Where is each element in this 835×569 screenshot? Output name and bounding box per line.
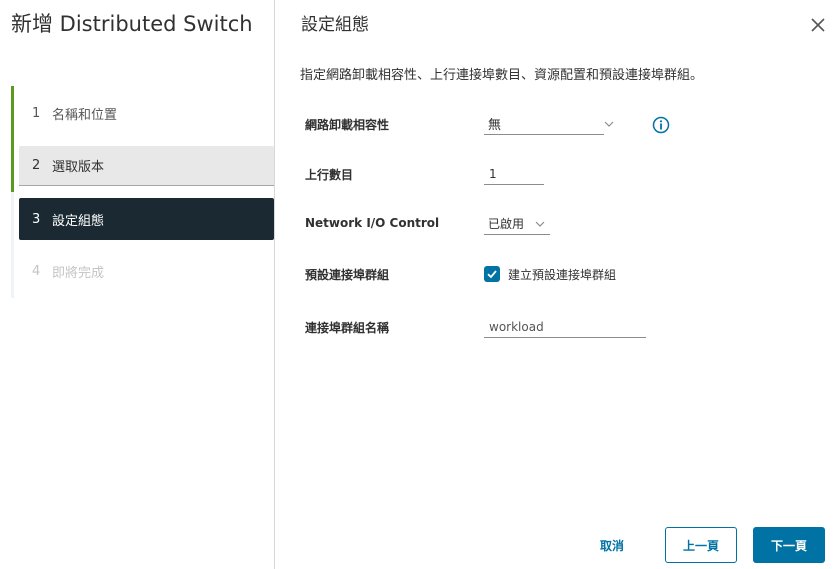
uplinks-label: 上行數目: [305, 168, 354, 182]
offload-compat-select[interactable]: 無: [484, 113, 614, 135]
wizard-sidebar: 新增 Distributed Switch 1 名稱和位置 2 選取版本 3 設…: [0, 0, 275, 569]
step-label: 名稱和位置: [52, 107, 118, 123]
chevron-down-icon: [535, 221, 545, 227]
steps-progress-bar: [11, 86, 14, 192]
default-portgroup-label: 預設連接埠群組: [305, 268, 390, 282]
page-description: 指定網路卸載相容性、上行連接埠數目、資源配置和預設連接埠群組。: [300, 68, 704, 83]
create-default-portgroup-checkbox[interactable]: [484, 266, 500, 282]
step-number: 2: [32, 158, 41, 173]
wizard-step-ready-to-complete: 4 即將完成: [19, 252, 274, 290]
wizard-step-select-version[interactable]: 2 選取版本: [19, 146, 274, 186]
step-number: 3: [32, 211, 41, 227]
close-icon: [811, 18, 825, 32]
portgroup-name-input[interactable]: workload: [484, 316, 646, 338]
step-label: 選取版本: [52, 160, 105, 175]
step-label: 即將完成: [52, 265, 105, 281]
step-number: 4: [32, 263, 41, 279]
info-icon[interactable]: [652, 116, 670, 134]
offload-compat-label: 網路卸載相容性: [305, 118, 390, 132]
create-default-portgroup-label: 建立預設連接埠群組: [508, 268, 617, 282]
nioc-value: 已啟用: [488, 217, 525, 231]
portgroup-name-label: 連接埠群組名稱: [305, 321, 390, 335]
uplinks-input[interactable]: 1: [484, 163, 544, 185]
back-button[interactable]: 上一頁: [665, 527, 737, 563]
wizard-title: 新增 Distributed Switch: [11, 12, 253, 36]
step-number: 1: [32, 105, 41, 121]
check-icon: [487, 270, 497, 279]
cancel-button[interactable]: 取消: [583, 527, 641, 563]
offload-compat-value: 無: [488, 118, 502, 133]
wizard-step-name-location[interactable]: 1 名稱和位置: [19, 94, 274, 132]
nioc-label: Network I/O Control: [305, 216, 440, 230]
next-button[interactable]: 下一頁: [753, 527, 825, 563]
wizard-step-configure-settings[interactable]: 3 設定組態: [19, 198, 274, 240]
step-label: 設定組態: [52, 213, 105, 229]
close-button[interactable]: [807, 14, 829, 36]
nioc-select[interactable]: 已啟用: [484, 213, 550, 235]
page-title: 設定組態: [301, 15, 369, 35]
chevron-down-icon: [604, 121, 614, 127]
